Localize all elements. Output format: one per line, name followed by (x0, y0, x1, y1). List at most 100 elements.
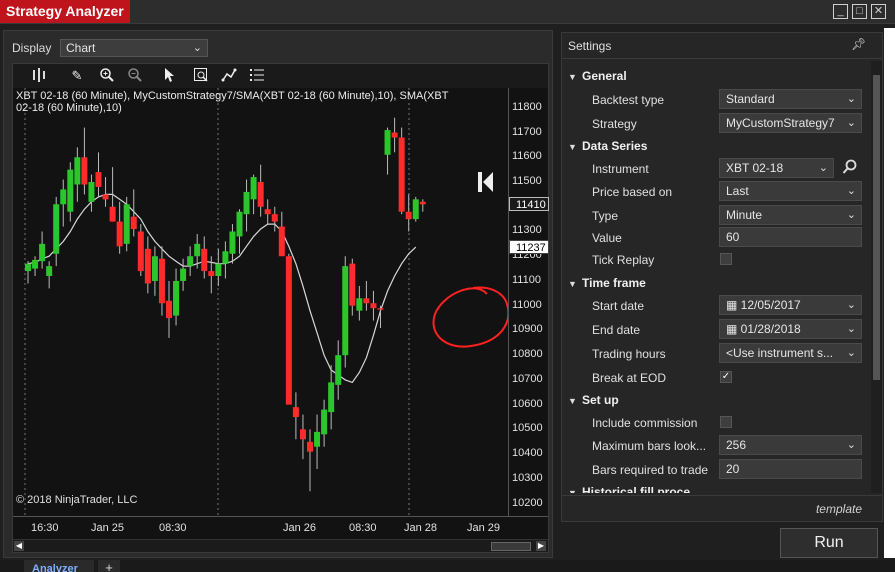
collapse-arrow-icon: ▼ (568, 72, 577, 82)
price-tick-label: 11800 (512, 100, 542, 113)
candle (278, 211, 285, 257)
candle (299, 414, 306, 460)
candle (257, 164, 264, 217)
section-time-frame[interactable]: ▼ Time frame (568, 276, 646, 298)
indicators-icon[interactable] (219, 67, 239, 85)
price-axis[interactable]: 1180011700116001150011400113001120011100… (508, 88, 549, 516)
price-tick-label: 11600 (512, 150, 542, 163)
backtest-type-select[interactable]: Standard ⌄ (719, 89, 862, 109)
candle (328, 365, 335, 430)
data-box-icon[interactable] (191, 67, 211, 85)
candle (81, 127, 88, 195)
zoom-out-icon[interactable] (125, 67, 145, 85)
candle (166, 280, 172, 338)
end-date-label: End date (592, 323, 641, 337)
run-button[interactable]: Run (780, 528, 878, 558)
collapse-arrow-icon: ▼ (568, 396, 577, 406)
minimize-button[interactable]: _ (833, 4, 848, 19)
candle (370, 290, 377, 321)
chart-plot-area[interactable]: XBT 02-18 (60 Minute), MyCustomStrategy7… (13, 88, 508, 516)
chevron-down-icon: ⌄ (846, 93, 856, 105)
instrument-select[interactable]: XBT 02-18 ⌄ (719, 158, 834, 178)
section-general[interactable]: ▼ General (568, 69, 627, 91)
candle (39, 231, 46, 269)
candle (264, 199, 271, 225)
tick-replay-checkbox[interactable] (720, 253, 732, 265)
start-date-label: Start date (592, 299, 645, 313)
instrument-label: Instrument (592, 162, 649, 176)
candle (405, 194, 412, 232)
settings-scroll-thumb[interactable] (873, 75, 880, 380)
drawing-pencil-icon[interactable]: ✎ (67, 67, 87, 85)
maximize-button[interactable]: □ (852, 4, 867, 19)
time-tick-label: Jan 28 (404, 522, 438, 534)
settings-title: Settings (568, 39, 612, 53)
chart-window: ✎ XBT 02-18 (60 Minute), MyCustomStrateg… (12, 63, 549, 553)
max-bars-label: Maximum bars look... (592, 439, 707, 453)
bars-required-label: Bars required to trade (592, 463, 709, 477)
section-historical-fill[interactable]: ▼ Historical fill proce (568, 485, 690, 493)
time-tick-label: 08:30 (349, 522, 377, 534)
candle (144, 236, 151, 294)
zoom-in-icon[interactable] (97, 67, 117, 85)
pointer-icon[interactable] (159, 67, 179, 85)
sma-price-tag: 11237 (509, 240, 549, 255)
include-commission-checkbox[interactable] (720, 416, 732, 428)
bar-type-icon[interactable] (29, 67, 49, 85)
jump-to-end-icon (478, 172, 493, 192)
display-select[interactable]: Chart ⌄ (60, 39, 208, 57)
break-at-eod-checkbox[interactable]: ✓ (720, 371, 732, 383)
candle (88, 174, 95, 212)
tick-replay-label: Tick Replay (592, 253, 655, 267)
settings-scrollbar[interactable] (871, 61, 882, 493)
price-based-on-select[interactable]: Last ⌄ (719, 181, 862, 201)
chevron-down-icon: ⌄ (846, 185, 856, 197)
horizontal-scrollbar[interactable]: ◀ ▶ (13, 539, 548, 552)
price-based-on-label: Price based on (592, 185, 673, 199)
search-icon[interactable] (842, 158, 860, 178)
settings-panel: Settings 📌︎ ▼ General Backtest type Stand… (561, 32, 883, 522)
candle (314, 414, 321, 469)
time-tick-label: Jan 25 (91, 522, 125, 534)
properties-list-icon[interactable] (247, 67, 267, 85)
price-chart (24, 88, 508, 516)
section-set-up[interactable]: ▼ Set up (568, 393, 619, 415)
end-date-picker[interactable]: ▦ 01/28/2018 ⌄ (719, 319, 862, 339)
scroll-left-icon[interactable]: ◀ (14, 541, 24, 551)
candle (158, 246, 165, 316)
strategy-select[interactable]: MyCustomStrategy7 ⌄ (719, 113, 862, 133)
chevron-down-icon: ⌄ (818, 162, 828, 174)
price-tick-label: 10600 (512, 397, 543, 410)
trading-hours-select[interactable]: <Use instrument s... ⌄ (719, 343, 862, 363)
template-link[interactable]: template (816, 502, 862, 516)
last-price-tag: 11410 (509, 197, 549, 212)
candle (151, 246, 158, 296)
type-label: Type (592, 209, 619, 223)
pin-icon[interactable]: 📌︎ (851, 37, 866, 51)
scroll-thumb[interactable] (491, 542, 531, 551)
candle (215, 248, 222, 286)
section-data-series[interactable]: ▼ Data Series (568, 139, 647, 161)
window-title: Strategy Analyzer (0, 0, 130, 23)
add-tab-button[interactable]: + (98, 560, 120, 572)
candle (292, 392, 299, 440)
candle (173, 268, 180, 326)
candle (46, 261, 53, 289)
close-button[interactable]: ✕ (871, 4, 886, 19)
value-input[interactable]: 60 (719, 227, 862, 247)
chevron-down-icon: ⌄ (846, 323, 856, 335)
max-bars-select[interactable]: 256 ⌄ (719, 435, 862, 455)
candle (236, 209, 243, 254)
time-axis[interactable]: 16:30 Jan 25 08:30 Jan 26 08:30 Jan 28 Jan 29 (13, 516, 548, 538)
start-date-picker[interactable]: ▦ 12/05/2017 ⌄ (719, 295, 862, 315)
scroll-right-icon[interactable]: ▶ (536, 541, 546, 551)
time-tick-label: 08:30 (159, 522, 187, 534)
candle (130, 189, 137, 237)
type-select[interactable]: Minute ⌄ (719, 205, 862, 225)
candle (307, 429, 313, 492)
settings-header: Settings 📌︎ (562, 33, 882, 59)
candle (384, 127, 391, 175)
price-tick-label: 10200 (512, 496, 543, 509)
bars-required-input[interactable]: 20 (719, 459, 862, 479)
tab-analyzer[interactable]: Analyzer (24, 560, 94, 572)
